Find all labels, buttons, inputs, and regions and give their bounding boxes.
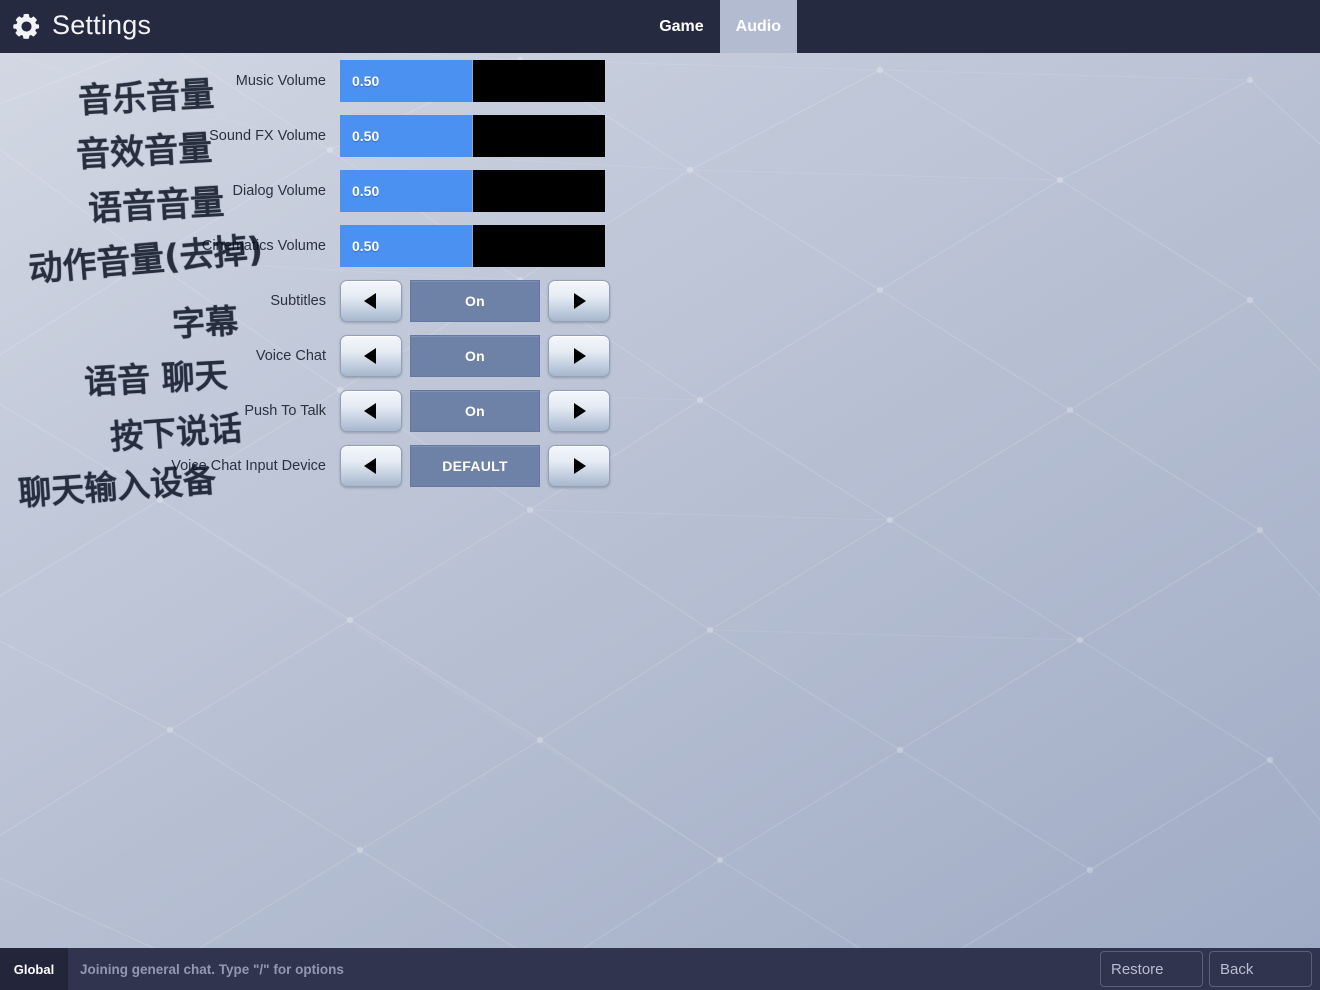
setting-label: Voice Chat <box>255 347 326 364</box>
header-title-group: Settings <box>13 0 151 53</box>
setting-row-sound-fx-volume: Sound FX Volume 0.50 <box>0 108 660 163</box>
left-triangle-icon <box>360 400 382 422</box>
cinematics-volume-slider[interactable]: 0.50 <box>340 224 605 267</box>
right-triangle-icon <box>568 345 590 367</box>
push-to-talk-next-button[interactable] <box>548 389 610 432</box>
dialog-volume-slider[interactable]: 0.50 <box>340 169 605 212</box>
tab-bar: Game Audio <box>643 0 797 53</box>
setting-label: Push To Talk <box>244 402 326 419</box>
setting-label: Cinematics Volume <box>201 237 326 254</box>
voice-chat-prev-button[interactable] <box>340 334 402 377</box>
push-to-talk-selector: On <box>340 389 610 432</box>
setting-label: Voice Chat Input Device <box>171 457 326 474</box>
right-triangle-icon <box>568 455 590 477</box>
left-triangle-icon <box>360 345 382 367</box>
header-bar: Settings Game Audio <box>0 0 1320 53</box>
back-button[interactable]: Back <box>1209 951 1312 987</box>
setting-row-subtitles: Subtitles On <box>0 273 660 328</box>
setting-row-voice-chat-input-device: Voice Chat Input Device DEFAULT <box>0 438 660 493</box>
music-volume-slider[interactable]: 0.50 <box>340 59 605 102</box>
gear-icon <box>13 13 40 40</box>
right-triangle-icon <box>568 290 590 312</box>
subtitles-selector: On <box>340 279 610 322</box>
restore-button[interactable]: Restore <box>1100 951 1203 987</box>
settings-list: Music Volume 0.50 Sound FX Volume 0.50 D… <box>0 53 660 493</box>
setting-row-music-volume: Music Volume 0.50 <box>0 53 660 108</box>
voice-chat-selector: On <box>340 334 610 377</box>
footer-actions: Restore Back <box>1100 951 1320 987</box>
slider-value: 0.50 <box>352 72 380 89</box>
slider-value: 0.50 <box>352 127 380 144</box>
tab-audio[interactable]: Audio <box>719 0 797 53</box>
sound-fx-volume-slider[interactable]: 0.50 <box>340 114 605 157</box>
setting-label: Music Volume <box>235 72 326 89</box>
setting-label: Subtitles <box>270 292 326 309</box>
subtitles-value[interactable]: On <box>410 279 540 322</box>
voice-chat-next-button[interactable] <box>548 334 610 377</box>
left-triangle-icon <box>360 455 382 477</box>
voice-chat-input-device-next-button[interactable] <box>548 444 610 487</box>
chat-bar: Global Joining general chat. Type "/" fo… <box>0 948 1320 990</box>
subtitles-next-button[interactable] <box>548 279 610 322</box>
slider-value: 0.50 <box>352 182 380 199</box>
chat-input[interactable]: Joining general chat. Type "/" for optio… <box>68 948 1100 990</box>
setting-row-cinematics-volume: Cinematics Volume 0.50 <box>0 218 660 273</box>
push-to-talk-value[interactable]: On <box>410 389 540 432</box>
chat-channel-button[interactable]: Global <box>0 948 68 990</box>
right-triangle-icon <box>568 400 590 422</box>
setting-row-push-to-talk: Push To Talk On <box>0 383 660 438</box>
setting-row-voice-chat: Voice Chat On <box>0 328 660 383</box>
voice-chat-input-device-prev-button[interactable] <box>340 444 402 487</box>
push-to-talk-prev-button[interactable] <box>340 389 402 432</box>
tab-game[interactable]: Game <box>643 0 719 53</box>
setting-label: Dialog Volume <box>232 182 327 199</box>
voice-chat-value[interactable]: On <box>410 334 540 377</box>
settings-screen: Settings Game Audio Music Volume 0.50 So… <box>0 0 1320 990</box>
voice-chat-input-device-value[interactable]: DEFAULT <box>410 444 540 487</box>
page-title: Settings <box>52 10 152 40</box>
subtitles-prev-button[interactable] <box>340 279 402 322</box>
slider-value: 0.50 <box>352 237 380 254</box>
setting-row-dialog-volume: Dialog Volume 0.50 <box>0 163 660 218</box>
voice-chat-input-device-selector: DEFAULT <box>340 444 610 487</box>
left-triangle-icon <box>360 290 382 312</box>
setting-label: Sound FX Volume <box>209 127 326 144</box>
